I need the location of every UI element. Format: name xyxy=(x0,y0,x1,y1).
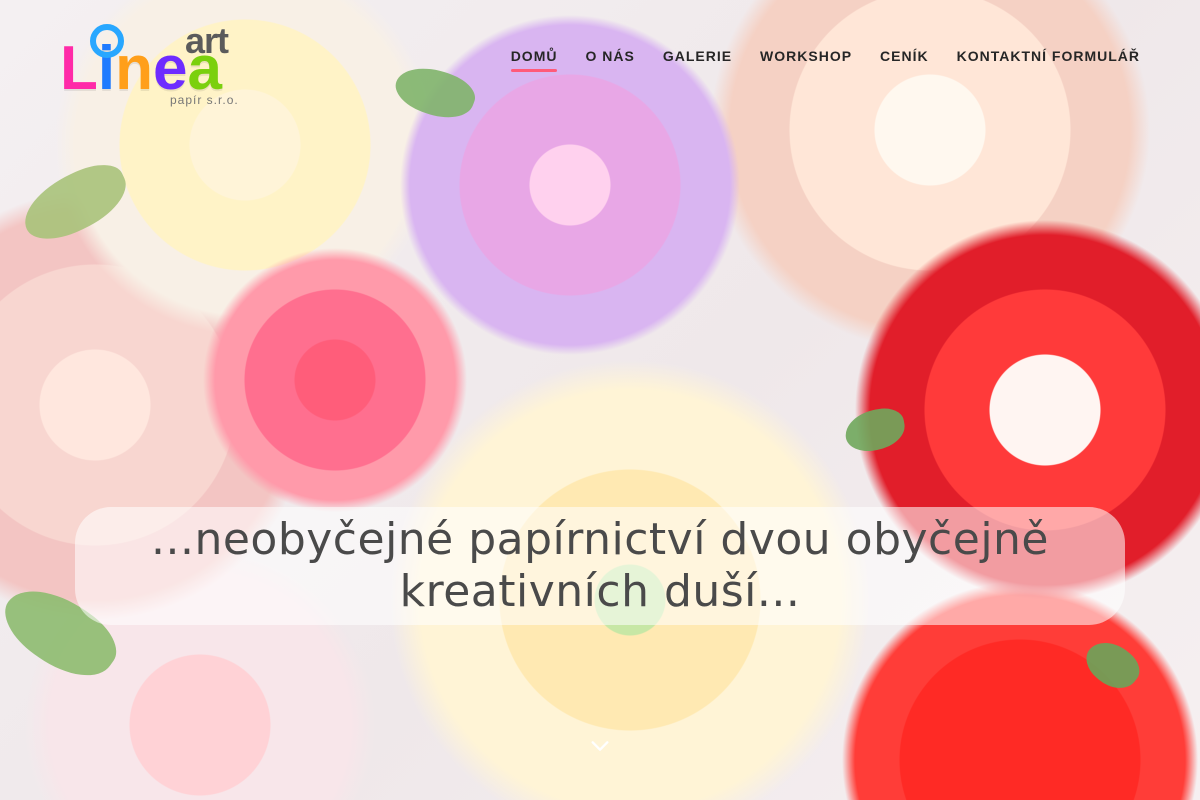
nav-item-kontaktni-formular[interactable]: KONTAKTNÍ FORMULÁŘ xyxy=(957,46,1140,74)
hero-tagline-band: ...neobyčejné papírnictví dvou obyčejně … xyxy=(75,507,1125,625)
leaf-decoration xyxy=(389,57,481,128)
logo-letter: a xyxy=(187,34,222,103)
leaf-decoration xyxy=(841,405,909,455)
nav-item-workshop[interactable]: WORKSHOP xyxy=(760,46,852,74)
logo-ring-icon xyxy=(90,24,124,58)
logo-main-word: L i n e a xyxy=(60,34,250,103)
logo-letter: e xyxy=(152,34,188,103)
nav-item-galerie[interactable]: GALERIE xyxy=(663,46,732,74)
nav-item-cenik[interactable]: CENÍK xyxy=(880,46,929,74)
nav-item-domu[interactable]: DOMŮ xyxy=(510,46,558,74)
hero-tagline: ...neobyčejné papírnictví dvou obyčejně … xyxy=(151,514,1049,617)
site-logo[interactable]: art L i n e a papír s.r.o. xyxy=(60,10,260,110)
main-navigation: DOMŮ O NÁS GALERIE WORKSHOP CENÍK KONTAK… xyxy=(510,46,1140,74)
leaf-decoration xyxy=(13,154,137,251)
chevron-down-icon xyxy=(591,741,609,751)
logo-subtitle: papír s.r.o. xyxy=(170,93,239,107)
hero-background xyxy=(0,0,1200,800)
leaf-decoration xyxy=(1078,632,1147,698)
scroll-down-button[interactable] xyxy=(589,735,611,757)
nav-item-o-nas[interactable]: O NÁS xyxy=(585,46,634,74)
